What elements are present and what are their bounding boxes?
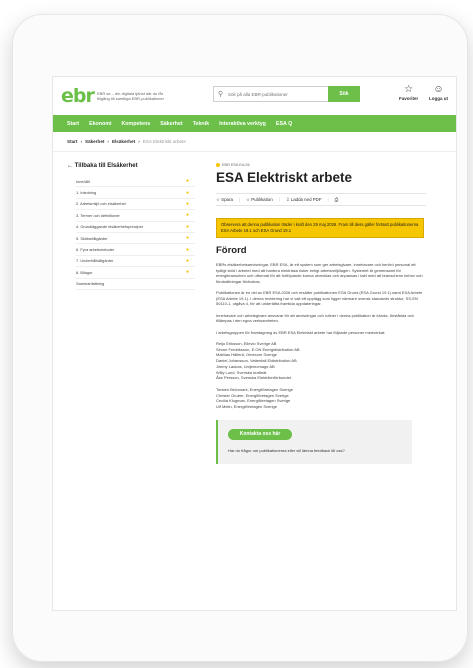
download-icon: ⇩: [285, 196, 290, 202]
dot-icon: [216, 163, 220, 167]
divider: |: [327, 197, 329, 202]
toc-item-label: 6. Fyra arbetsmetoder: [76, 247, 115, 253]
dot-icon: ●: [185, 246, 189, 253]
toc-item-label: 5. Skötselåtgärder: [76, 235, 108, 241]
contact-box: Kontakta oss här Har du frågor om publik…: [216, 419, 412, 464]
dot-icon: ●: [185, 235, 189, 242]
nav-item-teknik[interactable]: Teknik: [193, 121, 209, 127]
chevron-right-icon: ›: [138, 139, 140, 144]
divider: |: [238, 197, 241, 202]
toc-item[interactable]: Sammanfattning: [76, 279, 195, 290]
list-item: Ulf Melin, Energiföretagen Sverige: [216, 404, 277, 410]
breadcrumb: Start › Säkerhet › Elsäkerhet › ESA Elek…: [53, 132, 456, 152]
toc-item-label: 4. Grundläggande elsäkerhetsprinciper: [76, 224, 144, 230]
save-label: Spara: [221, 196, 233, 202]
toc-item[interactable]: 3. Termer och definitioner ●: [76, 210, 195, 222]
page-title: ESA Elektriskt arbete: [216, 170, 353, 185]
logout-button[interactable]: ☺ Logga ut: [429, 84, 448, 101]
contact-text: Har du frågor om publikationerna eller v…: [228, 447, 345, 453]
dot-icon: ●: [185, 223, 189, 230]
chevron-right-icon: ›: [80, 139, 82, 144]
dot-icon: ●: [185, 178, 189, 185]
sidebar: ← Tillbaka till Elsäkerhet Innehåll ● 1. …: [67, 163, 195, 290]
tablet-frame: ebr EBR.se – din digitala tjänst där du …: [12, 14, 468, 662]
back-link-label: Tillbaka till Elsäkerhet: [74, 163, 138, 169]
toc-item[interactable]: 4. Grundläggande elsäkerhetsprinciper ●: [76, 222, 195, 233]
toc-item-label: Innehåll: [76, 178, 90, 184]
dot-icon: ●: [185, 257, 189, 264]
download-pdf-button[interactable]: ⇩ Ladda ned PDF: [286, 197, 322, 203]
favorites-label: Favoriter: [399, 96, 419, 101]
star-icon: ☆: [216, 196, 220, 202]
star-icon: ☆: [246, 196, 250, 202]
toc-item-label: 8. Bilagor: [76, 269, 93, 275]
logout-label: Logga ut: [429, 96, 448, 101]
main-content: EBR ESA EA:26 ESA Elektriskt arbete ☆ Sp…: [216, 163, 426, 464]
site-header: ebr EBR.se – din digitala tjänst där du …: [53, 77, 456, 115]
toc-item[interactable]: 2. Arbetsmiljö och elsäkerhet ●: [76, 199, 195, 211]
publication-tag: EBR ESA EA:26: [216, 163, 426, 167]
site-tagline: EBR.se – din digitala tjänst där du får …: [97, 91, 164, 101]
toc-item[interactable]: 8. Bilagor ●: [76, 267, 195, 279]
back-link[interactable]: ← Tillbaka till Elsäkerhet: [67, 163, 195, 169]
nav-item-kompetens[interactable]: Kompetens: [121, 121, 150, 127]
section-heading: Förord: [216, 245, 247, 256]
arrow-left-icon: ←: [67, 163, 73, 169]
toc-item[interactable]: Innehåll ●: [76, 176, 195, 188]
dot-icon: ●: [185, 189, 189, 196]
print-icon[interactable]: ⎙: [335, 197, 339, 202]
publication-button[interactable]: ☆ Publikation: [246, 197, 273, 203]
paragraph: I arbetsgruppen för framtagning av EBR E…: [216, 329, 386, 335]
nav-item-start[interactable]: Start: [67, 121, 79, 127]
notice-banner: Observera att denna publikation träder i…: [216, 218, 424, 238]
table-of-contents: Innehåll ● 1. Inledning ● 2. Arbetsmiljö o…: [67, 176, 195, 290]
breadcrumb-current: ESA Elektriskt arbete: [142, 139, 186, 144]
divider: |: [278, 197, 280, 202]
paragraph: EBRs elsäkerhetsanvisningar, EBR ESA, är…: [216, 262, 423, 284]
list-item: Åke Persson, Svenska Elektrikerförbundet: [216, 375, 291, 381]
toc-item-label: 3. Termer och definitioner: [76, 212, 120, 218]
breadcrumb-start[interactable]: Start: [67, 139, 77, 144]
toc-item[interactable]: 5. Skötselåtgärder ●: [76, 233, 195, 245]
search-bar: ⚲ Sök: [213, 86, 360, 102]
contact-button[interactable]: Kontakta oss här: [228, 428, 292, 440]
toc-item-label: 1. Inledning: [76, 190, 97, 196]
member-list: Reijo Eriksson, Ellevio Sverige AB Simon…: [216, 341, 426, 381]
search-button[interactable]: Sök: [328, 86, 360, 102]
dot-icon: ●: [185, 212, 189, 219]
breadcrumb-elsakerhet[interactable]: Elsäkerhet: [112, 139, 135, 144]
toc-item-label: 7. Underhållsåtgärder: [76, 258, 114, 264]
nav-item-ekonomi[interactable]: Ekonomi: [89, 121, 111, 127]
ebr-logo[interactable]: ebr: [61, 85, 95, 107]
publication-tag-label: EBR ESA EA:26: [222, 163, 250, 167]
dot-icon: ●: [185, 269, 189, 276]
save-button[interactable]: ☆ Spara: [216, 197, 233, 203]
member-list: Torsten Brönmark, Energiföretagen Sverig…: [216, 387, 426, 410]
toc-item-label: 2. Arbetsmiljö och elsäkerhet: [76, 201, 126, 207]
download-pdf-label: Ladda ned PDF: [290, 196, 322, 202]
publication-label: Publikation: [251, 196, 273, 202]
favorites-button[interactable]: ☆ Favoriter: [399, 84, 418, 101]
toc-item[interactable]: 1. Inledning ●: [76, 187, 195, 199]
dot-icon: ●: [185, 200, 189, 207]
toc-item-label: Sammanfattning: [76, 281, 105, 287]
star-icon: ☆: [404, 84, 414, 95]
nav-item-esa-q[interactable]: ESA Q: [276, 121, 292, 127]
search-icon: ⚲: [218, 91, 224, 98]
action-bar: ☆ Spara | ☆ Publikation | ⇩ Ladda ned PD…: [216, 193, 426, 206]
search-input[interactable]: [213, 86, 328, 102]
paragraph: Innehavare och arbetsgivare ansvarar för…: [216, 312, 414, 324]
chevron-right-icon: ›: [107, 139, 109, 144]
browser-screen: ebr EBR.se – din digitala tjänst där du …: [52, 76, 457, 611]
paragraph: Publikationen är en del av EBR ESA 2026 …: [216, 290, 423, 306]
nav-item-sakerhet[interactable]: Säkerhet: [160, 121, 182, 127]
toc-item[interactable]: 6. Fyra arbetsmetoder ●: [76, 244, 195, 256]
breadcrumb-sakerhet[interactable]: Säkerhet: [85, 139, 104, 144]
toc-item[interactable]: 7. Underhållsåtgärder ●: [76, 256, 195, 268]
user-icon: ☺: [433, 84, 444, 95]
nav-item-interaktiva-verktyg[interactable]: Interaktiva verktyg: [219, 121, 266, 127]
main-nav: Start Ekonomi Kompetens Säkerhet Teknik …: [53, 115, 456, 132]
